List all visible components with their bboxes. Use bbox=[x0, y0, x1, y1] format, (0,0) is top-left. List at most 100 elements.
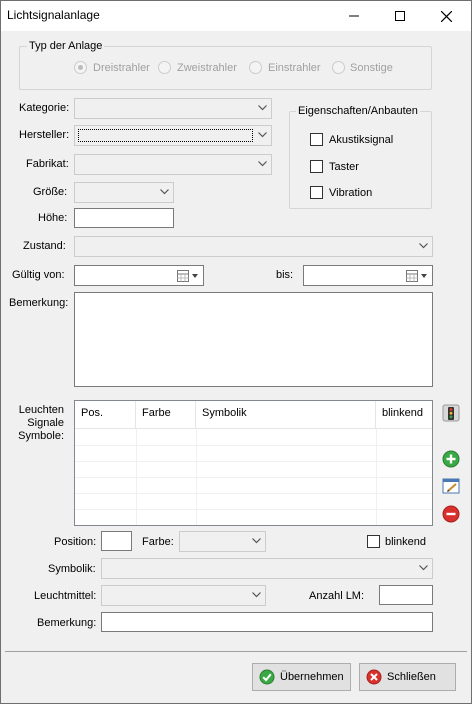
blinkend-checkbox[interactable] bbox=[367, 535, 380, 548]
farbe-label: Farbe: bbox=[142, 536, 174, 548]
zustand-combo[interactable] bbox=[74, 236, 433, 257]
vibration-label: Vibration bbox=[329, 187, 373, 199]
close-dialog-button[interactable]: Schließen bbox=[359, 663, 456, 691]
bemerkung-label: Bemerkung: bbox=[9, 297, 69, 309]
bis-datepicker[interactable] bbox=[303, 265, 433, 286]
radio-sonstige-label: Sonstige bbox=[350, 62, 393, 74]
grid-row-divider bbox=[75, 509, 432, 510]
groesse-label: Größe: bbox=[33, 186, 68, 198]
anzahl-lm-input[interactable] bbox=[379, 585, 433, 605]
grid-row-divider bbox=[75, 477, 432, 478]
radio-dreistrahler-label: Dreistrahler bbox=[93, 62, 150, 74]
bis-label: bis: bbox=[276, 269, 294, 281]
symbolik-label: Symbolik: bbox=[48, 563, 96, 575]
focus-indicator bbox=[78, 129, 253, 142]
lights-label-line2: Signale bbox=[27, 417, 64, 429]
maximize-icon bbox=[395, 11, 405, 21]
add-row-button[interactable] bbox=[441, 449, 461, 469]
chevron-down-icon bbox=[258, 105, 267, 111]
column-header-symbolik[interactable]: Symbolik bbox=[196, 401, 376, 429]
kategorie-label: Kategorie: bbox=[19, 102, 70, 114]
remove-icon bbox=[442, 505, 460, 523]
grid-col-divider bbox=[376, 429, 377, 525]
position-input[interactable] bbox=[101, 531, 132, 551]
fabrikat-combo[interactable] bbox=[74, 154, 272, 175]
hoehe-input[interactable] bbox=[74, 208, 174, 228]
position-label: Position: bbox=[54, 536, 97, 548]
radio-dreistrahler[interactable] bbox=[74, 61, 87, 74]
kategorie-combo[interactable] bbox=[74, 98, 272, 119]
chevron-down-icon bbox=[160, 189, 169, 195]
farbe-combo[interactable] bbox=[179, 531, 266, 552]
grid-col-divider bbox=[136, 429, 137, 525]
window-title: Lichtsignalanlage bbox=[7, 8, 100, 22]
leuchtmittel-combo[interactable] bbox=[101, 585, 266, 606]
gueltig-von-datepicker[interactable] bbox=[74, 265, 204, 286]
properties-group-title: Eigenschaften/Anbauten bbox=[296, 105, 420, 117]
apply-button-label: Übernehmen bbox=[280, 671, 344, 683]
type-group-title: Typ der Anlage bbox=[27, 40, 105, 52]
radio-zweistrahler[interactable] bbox=[158, 61, 171, 74]
dialog-window: Lichtsignalanlage Typ der Anlage Dreistr… bbox=[0, 0, 472, 704]
blinkend-label: blinkend bbox=[385, 536, 426, 548]
zustand-label: Zustand: bbox=[23, 240, 66, 252]
leuchtmittel-label: Leuchtmittel: bbox=[34, 590, 97, 602]
checkmark-icon bbox=[259, 669, 275, 685]
maximize-button[interactable] bbox=[377, 1, 423, 31]
edit-icon bbox=[442, 478, 460, 494]
radio-einstrahler[interactable] bbox=[249, 61, 262, 74]
grid-row-divider bbox=[75, 493, 432, 494]
radio-einstrahler-label: Einstrahler bbox=[268, 62, 321, 74]
gueltig-von-label: Gültig von: bbox=[12, 269, 65, 281]
chevron-down-icon bbox=[252, 538, 261, 544]
light-bemerkung-input[interactable] bbox=[101, 612, 433, 632]
chevron-down-icon bbox=[419, 565, 428, 571]
taster-label: Taster bbox=[329, 161, 359, 173]
taster-checkbox[interactable] bbox=[310, 160, 323, 173]
radio-sonstige[interactable] bbox=[332, 61, 345, 74]
calendar-icon bbox=[177, 270, 198, 282]
symbolik-combo[interactable] bbox=[101, 558, 433, 579]
lights-label-line1: Leuchten bbox=[18, 404, 64, 416]
chevron-down-icon bbox=[258, 132, 267, 138]
calendar-icon bbox=[406, 270, 427, 282]
akustiksignal-checkbox[interactable] bbox=[310, 133, 323, 146]
column-header-farbe[interactable]: Farbe bbox=[136, 401, 196, 429]
radio-zweistrahler-label: Zweistrahler bbox=[177, 62, 237, 74]
hersteller-combo[interactable] bbox=[74, 125, 272, 146]
light-bemerkung-label: Bemerkung: bbox=[37, 617, 97, 629]
cancel-icon bbox=[366, 669, 382, 685]
traffic-light-button[interactable] bbox=[441, 403, 461, 423]
hersteller-label: Hersteller: bbox=[19, 129, 70, 141]
close-button[interactable] bbox=[423, 1, 469, 31]
apply-button[interactable]: Übernehmen bbox=[252, 663, 351, 691]
column-header-pos[interactable]: Pos. bbox=[75, 401, 136, 429]
groesse-combo[interactable] bbox=[74, 182, 174, 203]
anzahl-lm-label: Anzahl LM: bbox=[309, 590, 365, 602]
traffic-light-icon bbox=[442, 404, 460, 422]
title-bar: Lichtsignalanlage bbox=[1, 1, 471, 31]
fabrikat-label: Fabrikat: bbox=[26, 158, 69, 170]
bemerkung-textarea[interactable] bbox=[74, 292, 433, 387]
chevron-down-icon bbox=[252, 592, 261, 598]
minimize-icon bbox=[349, 15, 359, 17]
vibration-checkbox[interactable] bbox=[310, 186, 323, 199]
chevron-down-icon bbox=[258, 161, 267, 167]
column-header-blinkend[interactable]: blinkend bbox=[376, 401, 432, 429]
lights-label-line3: Symbole: bbox=[18, 430, 64, 442]
lights-grid[interactable]: Pos. Farbe Symbolik blinkend bbox=[74, 400, 433, 526]
close-dialog-button-label: Schließen bbox=[387, 671, 436, 683]
akustiksignal-label: Akustiksignal bbox=[329, 134, 394, 146]
grid-col-divider bbox=[196, 429, 197, 525]
remove-row-button[interactable] bbox=[441, 504, 461, 524]
grid-row-divider bbox=[75, 445, 432, 446]
grid-row-divider bbox=[75, 461, 432, 462]
hoehe-label: Höhe: bbox=[38, 212, 68, 224]
add-icon bbox=[442, 450, 460, 468]
edit-row-button[interactable] bbox=[441, 476, 461, 496]
footer-separator bbox=[5, 651, 467, 652]
close-icon bbox=[440, 10, 452, 22]
minimize-button[interactable] bbox=[331, 1, 377, 31]
chevron-down-icon bbox=[419, 243, 428, 249]
grid-header: Pos. Farbe Symbolik blinkend bbox=[75, 401, 432, 429]
